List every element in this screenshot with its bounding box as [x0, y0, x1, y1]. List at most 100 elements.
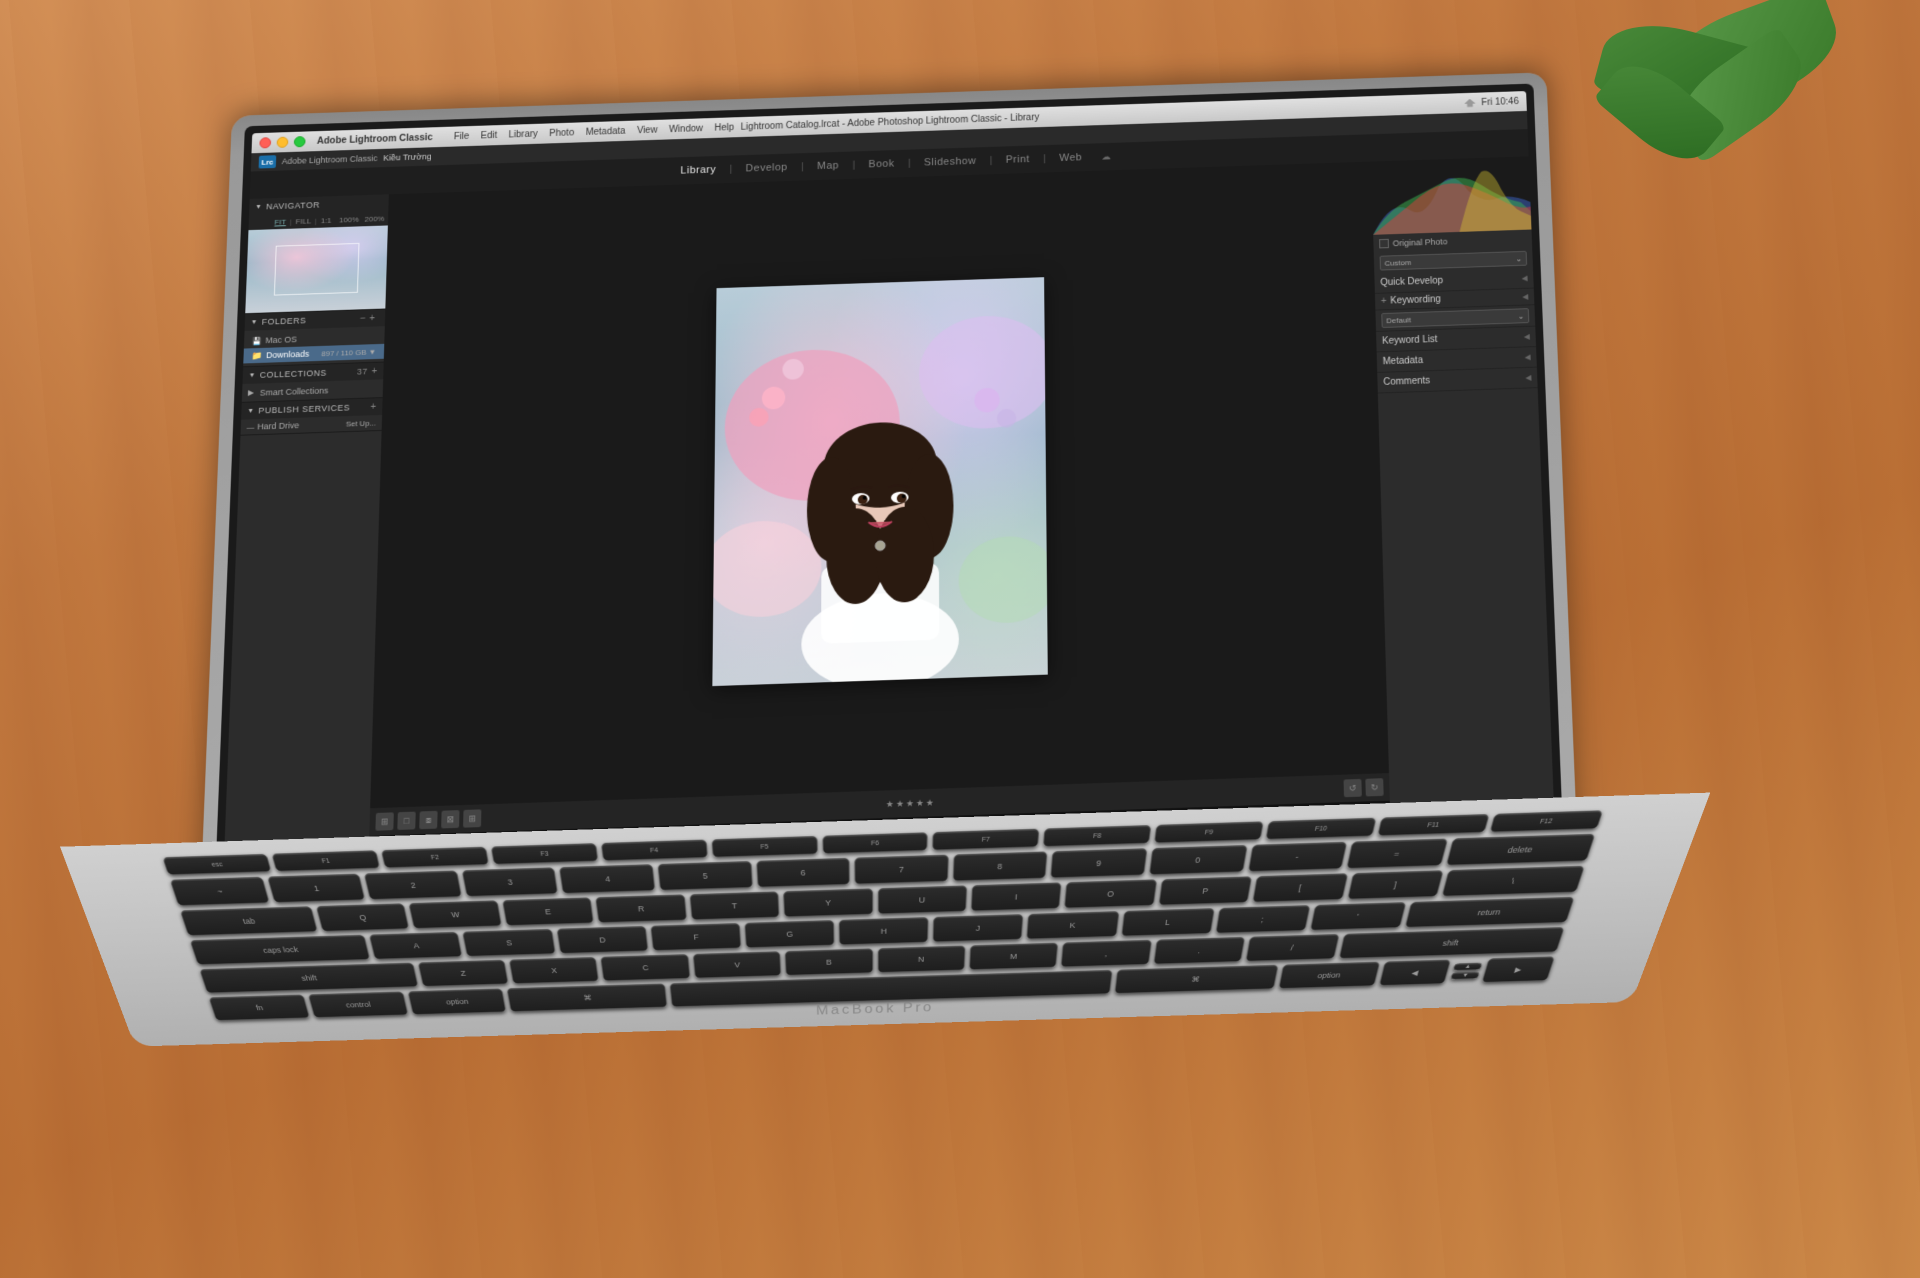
5-key[interactable]: 5 [657, 861, 752, 891]
star-5[interactable]: ★ [926, 797, 934, 808]
loupe-view-btn[interactable]: □ [397, 812, 415, 830]
1-key[interactable]: 1 [267, 874, 366, 903]
arrow-up-key[interactable]: ▲ [1453, 963, 1483, 971]
semicolon-key[interactable]: ; [1215, 905, 1310, 934]
zoom-fit[interactable]: FIT [274, 217, 286, 226]
default-select[interactable]: Default ⌄ [1381, 308, 1529, 328]
folder-plus-btn[interactable]: + [369, 313, 375, 323]
rotate-left-btn[interactable]: ↺ [1344, 779, 1362, 797]
z-key[interactable]: Z [417, 960, 508, 987]
s-key[interactable]: S [463, 929, 556, 957]
f5-key[interactable]: F5 [711, 836, 817, 858]
y-key[interactable]: Y [783, 888, 872, 917]
9-key[interactable]: 9 [1051, 848, 1148, 878]
j-key[interactable]: J [933, 914, 1024, 942]
backslash-key[interactable]: \ [1442, 866, 1585, 897]
comma-key[interactable]: , [1061, 940, 1152, 968]
k-key[interactable]: K [1027, 911, 1119, 939]
custom-preset-select[interactable]: Custom ⌄ [1380, 251, 1528, 271]
smart-collections-item[interactable]: ▶ Smart Collections [242, 381, 383, 400]
f12-key[interactable]: F12 [1490, 810, 1604, 832]
6-key[interactable]: 6 [756, 858, 850, 888]
f10-key[interactable]: F10 [1266, 818, 1377, 840]
minus-key[interactable]: - [1248, 842, 1348, 872]
menu-edit[interactable]: Edit [480, 130, 497, 141]
star-1[interactable]: ★ [886, 799, 894, 810]
close-button[interactable] [259, 137, 271, 148]
t-key[interactable]: T [689, 891, 779, 920]
b-key[interactable]: B [785, 948, 873, 975]
l-key[interactable]: L [1121, 908, 1215, 936]
cmd-left-key[interactable]: ⌘ [507, 983, 667, 1012]
grid-view-btn[interactable]: ⊞ [375, 812, 393, 830]
f9-key[interactable]: F9 [1154, 821, 1264, 843]
f1-key[interactable]: F1 [271, 850, 380, 871]
period-key[interactable]: . [1153, 937, 1245, 965]
4-key[interactable]: 4 [559, 864, 655, 894]
f11-key[interactable]: F11 [1377, 814, 1489, 836]
folder-minus-btn[interactable]: − [360, 313, 366, 323]
return-key[interactable]: return [1405, 897, 1575, 928]
i-key[interactable]: I [971, 882, 1062, 911]
f2-key[interactable]: F2 [381, 847, 489, 869]
f8-key[interactable]: F8 [1043, 825, 1151, 847]
collections-plus-btn[interactable]: + [371, 366, 377, 376]
compare-view-btn[interactable]: ⧇ [419, 811, 437, 829]
zoom-200[interactable]: 200% [364, 214, 384, 223]
c-key[interactable]: C [601, 954, 691, 981]
option-right-key[interactable]: option [1278, 962, 1381, 989]
delete-key[interactable]: delete [1446, 834, 1596, 866]
menu-file[interactable]: File [454, 131, 470, 142]
menu-photo[interactable]: Photo [549, 128, 574, 139]
f3-key[interactable]: F3 [490, 843, 598, 865]
x-key[interactable]: X [509, 957, 599, 984]
8-key[interactable]: 8 [953, 851, 1048, 881]
star-4[interactable]: ★ [916, 797, 924, 808]
3-key[interactable]: 3 [461, 867, 558, 897]
module-library[interactable]: Library [669, 160, 728, 180]
quote-key[interactable]: ' [1310, 902, 1407, 931]
g-key[interactable]: G [744, 920, 834, 948]
backtick-key[interactable]: ~ [170, 877, 270, 906]
menu-metadata[interactable]: Metadata [586, 126, 626, 137]
arrow-left-key[interactable]: ◀ [1379, 960, 1451, 986]
fn-key[interactable]: fn [209, 994, 310, 1020]
zoom-100[interactable]: 100% [339, 215, 359, 224]
setup-link[interactable]: Set Up... [346, 418, 377, 427]
2-key[interactable]: 2 [364, 870, 462, 899]
module-print[interactable]: Print [994, 150, 1041, 170]
module-develop[interactable]: Develop [734, 158, 799, 178]
star-2[interactable]: ★ [896, 798, 904, 809]
f6-key[interactable]: F6 [822, 832, 928, 854]
q-key[interactable]: Q [316, 903, 410, 932]
module-slideshow[interactable]: Slideshow [912, 152, 987, 173]
e-key[interactable]: E [502, 897, 594, 926]
arrow-right-key[interactable]: ▶ [1482, 956, 1555, 982]
equals-key[interactable]: = [1346, 838, 1447, 868]
esc-key[interactable]: esc [162, 854, 271, 875]
slash-key[interactable]: / [1246, 934, 1340, 962]
control-key[interactable]: control [308, 991, 408, 1018]
u-key[interactable]: U [877, 885, 967, 914]
survey-view-btn[interactable]: ⊠ [441, 810, 459, 828]
f4-key[interactable]: F4 [601, 840, 708, 862]
v-key[interactable]: V [693, 951, 782, 978]
lbracket-key[interactable]: [ [1253, 873, 1348, 902]
f7-key[interactable]: F7 [933, 829, 1040, 851]
comments-item[interactable]: Comments ◀ [1377, 368, 1537, 394]
module-book[interactable]: Book [857, 154, 906, 174]
cmd-right-key[interactable]: ⌘ [1114, 965, 1278, 994]
rbracket-key[interactable]: ] [1347, 870, 1444, 899]
star-3[interactable]: ★ [906, 798, 914, 809]
tab-key[interactable]: tab [180, 906, 318, 936]
w-key[interactable]: W [409, 900, 502, 929]
menu-help[interactable]: Help [714, 122, 734, 133]
people-view-btn[interactable]: ⊞ [463, 809, 481, 827]
a-key[interactable]: A [369, 932, 463, 960]
p-key[interactable]: P [1158, 876, 1252, 905]
publish-plus-btn[interactable]: + [370, 402, 376, 413]
option-key[interactable]: option [407, 988, 507, 1015]
plus-icon[interactable]: + [1381, 296, 1387, 306]
o-key[interactable]: O [1065, 879, 1158, 908]
menu-library[interactable]: Library [508, 129, 537, 140]
